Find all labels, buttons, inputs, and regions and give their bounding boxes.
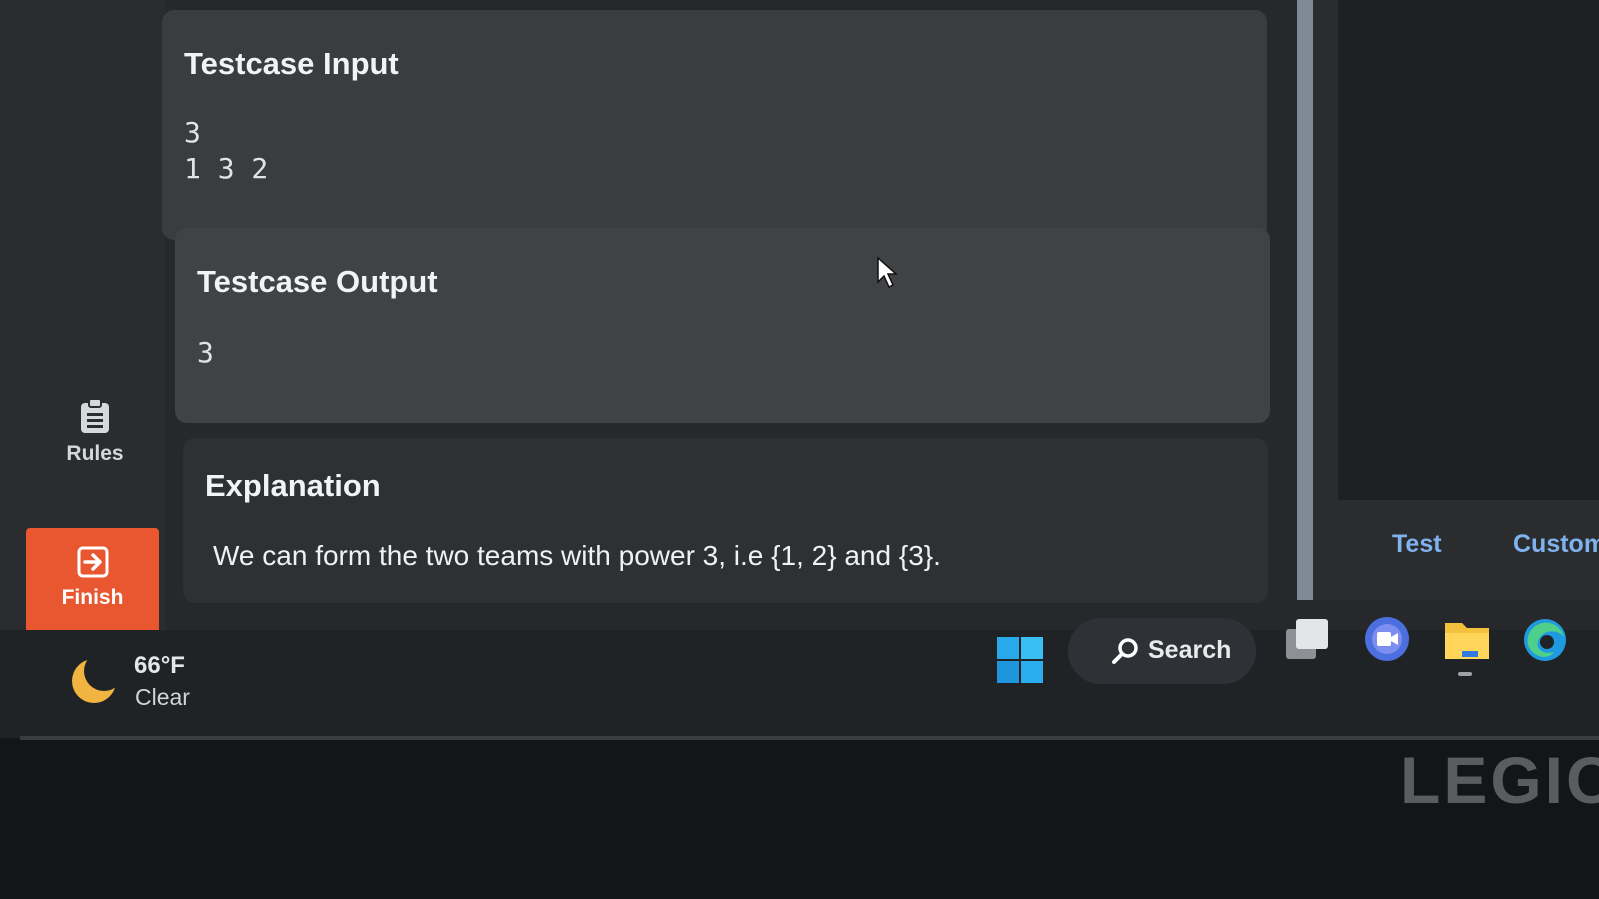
testcase-input-line-2: 1 3 2 [184, 152, 269, 185]
brand-logo: LEGIO [1400, 743, 1599, 817]
explanation-panel: Explanation We can form the two teams wi… [183, 438, 1268, 603]
finish-label: Finish [61, 586, 124, 609]
laptop-bezel [0, 738, 1599, 899]
mouse-cursor-icon [877, 256, 898, 289]
tab-test[interactable]: Test [1392, 530, 1442, 559]
taskbar-search[interactable]: Search [1068, 618, 1256, 684]
rules-label: Rules [66, 442, 124, 465]
edge-icon[interactable] [1520, 615, 1570, 665]
meet-icon[interactable] [1362, 615, 1412, 665]
moon-icon[interactable] [68, 655, 120, 707]
pane-resize-handle[interactable] [1297, 0, 1313, 600]
tab-custom[interactable]: Custom [1513, 530, 1599, 559]
explanation-text: We can form the two teams with power 3, … [213, 540, 941, 571]
rules-button[interactable]: Rules [30, 398, 160, 478]
weather-condition[interactable]: Clear [135, 684, 190, 711]
task-view-icon[interactable] [1282, 615, 1332, 665]
windows-start-icon[interactable] [995, 635, 1045, 685]
testcase-output-value: 3 [197, 336, 214, 369]
explanation-title: Explanation [205, 468, 381, 503]
testcase-input-line-1: 3 [184, 116, 201, 149]
testcase-input-panel: Testcase Input 3 1 3 2 [162, 10, 1267, 240]
testcase-output-title: Testcase Output [197, 264, 438, 299]
exit-icon [77, 546, 108, 578]
testcase-output-panel: Testcase Output 3 [175, 228, 1270, 423]
finish-button[interactable]: Finish [26, 528, 159, 636]
clipboard-icon [81, 398, 109, 433]
search-icon [1112, 638, 1138, 664]
file-explorer-icon[interactable] [1442, 615, 1492, 665]
taskbar [0, 630, 1599, 740]
testcase-input-title: Testcase Input [184, 46, 399, 81]
bezel-edge [20, 736, 1599, 740]
running-indicator [1458, 672, 1472, 676]
search-label: Search [1148, 636, 1232, 664]
console-area [1338, 0, 1599, 500]
weather-temperature[interactable]: 66°F [134, 652, 185, 680]
